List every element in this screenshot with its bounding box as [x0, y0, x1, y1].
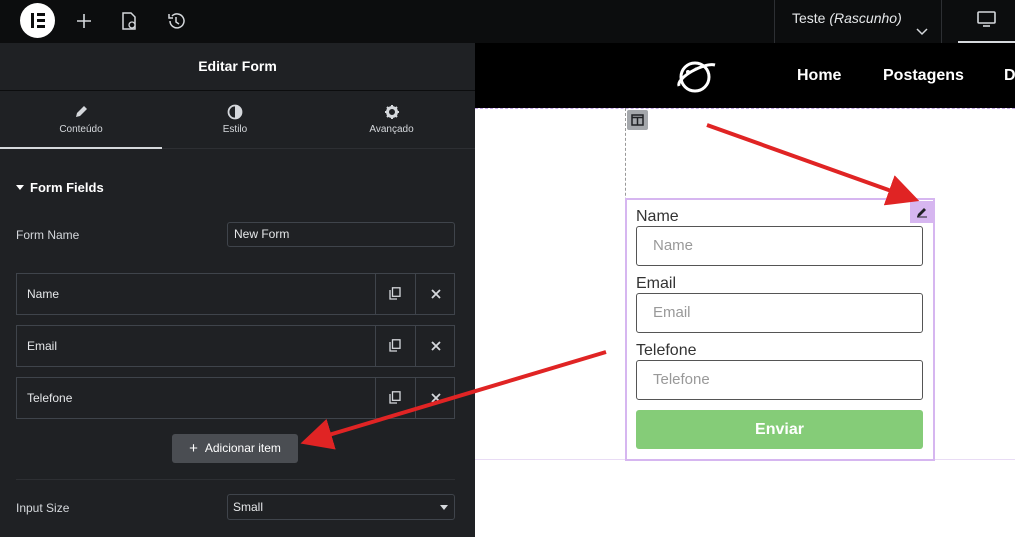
top-bar: Teste (Rascunho) [0, 0, 1015, 43]
add-item-label: Adicionar item [204, 441, 281, 455]
planet-logo-icon[interactable] [674, 56, 720, 96]
field-label-telefone: Telefone [636, 342, 697, 359]
panel-tabs: Conteúdo Estilo Avançado [0, 91, 475, 149]
copy-icon [389, 391, 401, 404]
repeater-item-label: Name [27, 287, 60, 301]
edit-widget-button[interactable] [910, 201, 934, 223]
telefone-input[interactable]: Telefone [636, 360, 923, 400]
section-title: Form Fields [30, 180, 104, 195]
pencil-icon [76, 106, 87, 117]
site-header: Home Postagens D [475, 43, 1015, 108]
plus-icon: + [189, 440, 198, 457]
remove-button[interactable] [415, 326, 455, 366]
tab-estilo[interactable]: Estilo [162, 91, 308, 149]
repeater-item-label: Email [27, 339, 58, 353]
repeater-item[interactable]: Name [16, 273, 455, 315]
divider [16, 479, 455, 480]
close-icon [431, 289, 441, 299]
form-name-input[interactable]: New Form [227, 222, 455, 247]
monitor-icon [977, 11, 996, 27]
document-status: (Rascunho) [829, 10, 902, 26]
duplicate-button[interactable] [375, 274, 415, 314]
input-size-value: Small [233, 500, 264, 514]
submit-button[interactable]: Enviar [636, 410, 923, 449]
remove-button[interactable] [415, 378, 455, 418]
close-icon [431, 393, 441, 403]
desktop-view-button[interactable] [958, 0, 1015, 43]
duplicate-button[interactable] [375, 326, 415, 366]
input-size-select[interactable]: Small [227, 494, 455, 520]
tab-label: Conteúdo [59, 124, 103, 135]
section-outline [475, 108, 1015, 109]
field-label-name: Name [636, 208, 679, 225]
name-input[interactable]: Name [636, 226, 923, 266]
field-label-email: Email [636, 275, 677, 292]
tab-conteudo[interactable]: Conteúdo [0, 91, 162, 149]
caret-down-icon [440, 505, 448, 510]
tab-avancado[interactable]: Avançado [308, 91, 475, 149]
history-icon[interactable] [165, 10, 187, 32]
form-fields-section-toggle[interactable]: Form Fields [16, 180, 104, 195]
repeater-item[interactable]: Telefone [16, 377, 455, 419]
add-item-button[interactable]: + Adicionar item [172, 434, 298, 463]
columns-icon [631, 114, 644, 126]
caret-down-icon [16, 185, 24, 190]
half-circle-icon [227, 104, 243, 120]
remove-button[interactable] [415, 274, 455, 314]
gear-icon [384, 105, 399, 119]
tab-label: Avançado [369, 124, 414, 135]
input-size-label: Input Size [16, 501, 70, 515]
close-icon [431, 341, 441, 351]
elementor-logo-icon[interactable] [20, 3, 55, 38]
document-name: Teste [792, 10, 826, 26]
preview-canvas: Home Postagens D Name Name Email Email T… [475, 43, 1015, 537]
nav-item-postagens[interactable]: Postagens [883, 67, 964, 85]
copy-icon [389, 339, 401, 352]
tab-label: Estilo [222, 124, 248, 135]
nav-item-truncated[interactable]: D [1004, 67, 1015, 85]
editor-panel: Editar Form Conteúdo Estilo Avançado For… [0, 43, 475, 537]
document-title-dropdown[interactable]: Teste (Rascunho) [774, 0, 942, 43]
page-settings-icon[interactable] [118, 10, 140, 32]
duplicate-button[interactable] [375, 378, 415, 418]
repeater-item[interactable]: Email [16, 325, 455, 367]
repeater-item-label: Telefone [27, 391, 73, 405]
add-plus-icon[interactable] [73, 10, 95, 32]
form-name-label: Form Name [16, 228, 80, 242]
email-input[interactable]: Email [636, 293, 923, 333]
copy-icon [389, 287, 401, 300]
nav-item-home[interactable]: Home [797, 67, 841, 85]
panel-title: Editar Form [0, 43, 475, 91]
column-handle[interactable] [627, 110, 648, 130]
pencil-icon [917, 208, 927, 218]
